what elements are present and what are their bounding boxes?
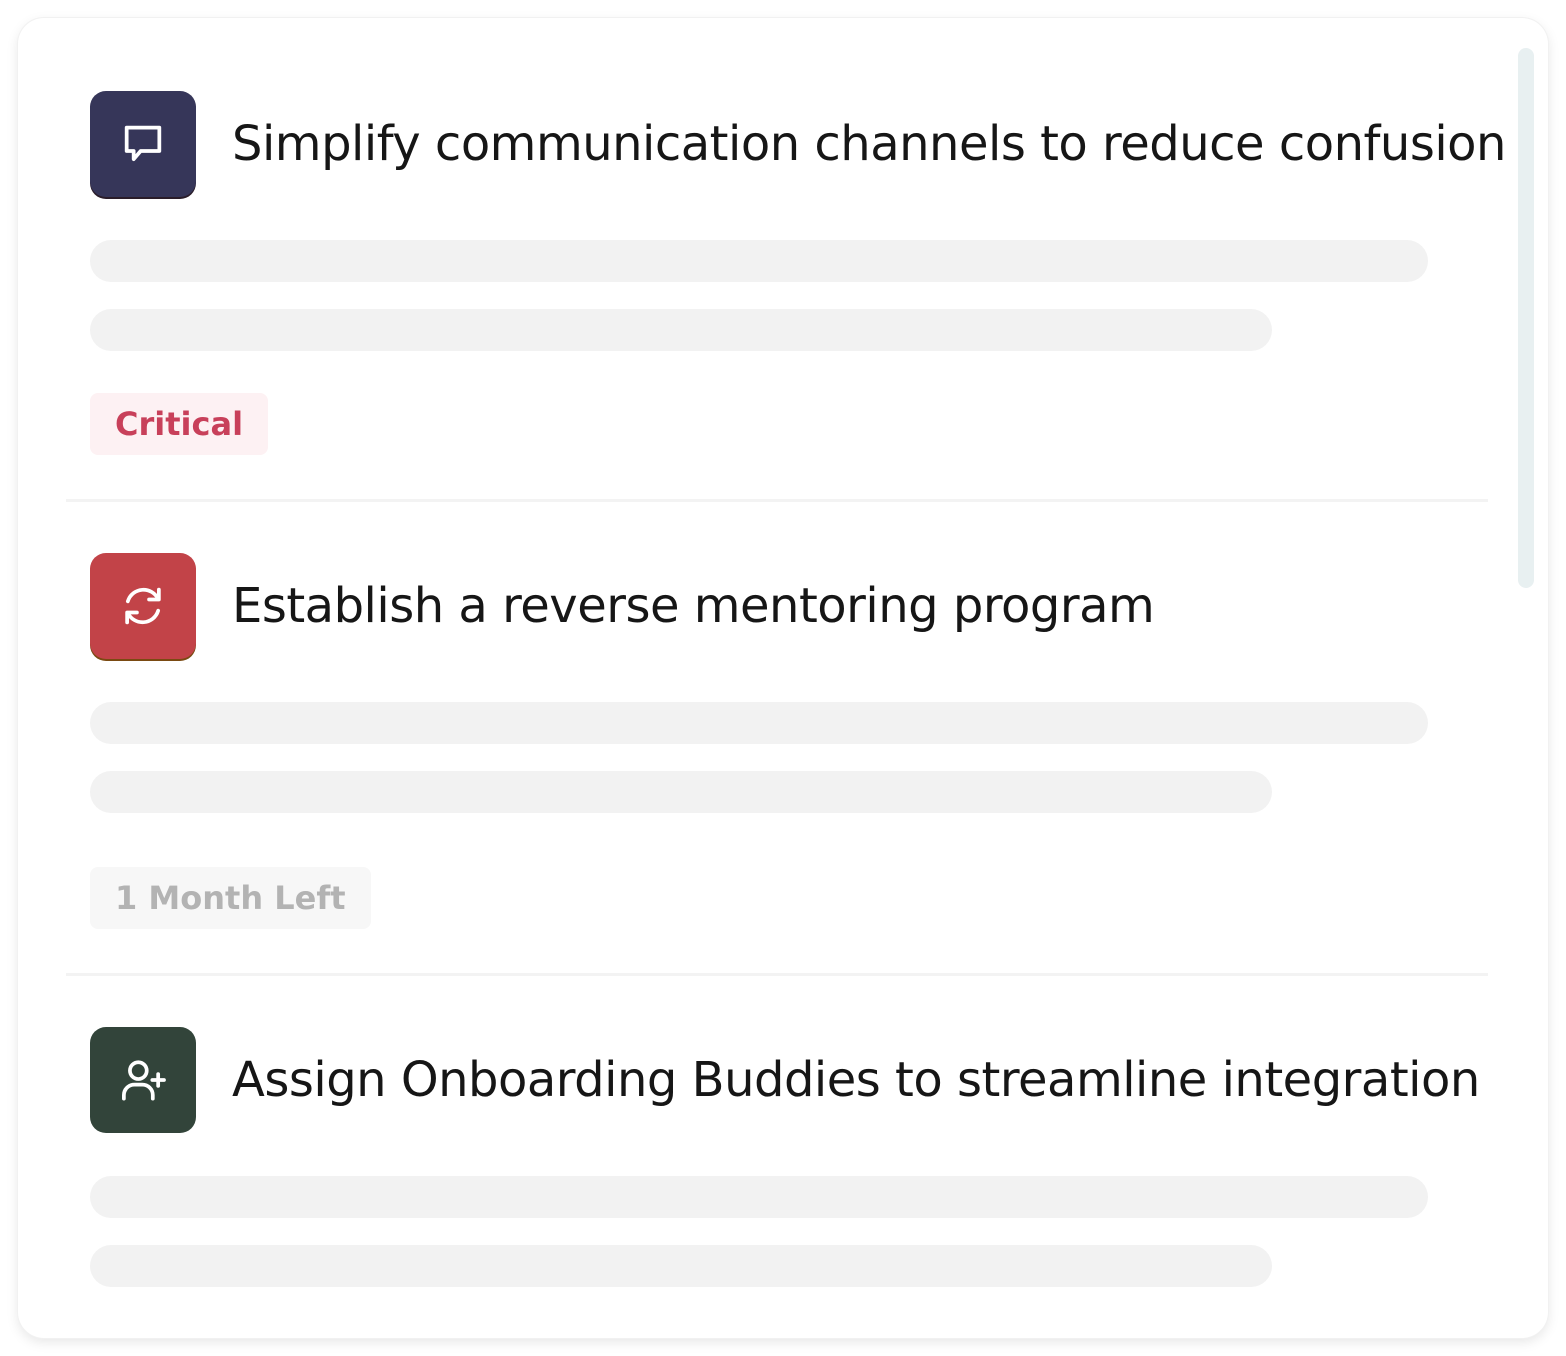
skeleton-line [90, 771, 1272, 813]
refresh-arrows-icon [90, 553, 196, 659]
speech-bubble-icon [90, 91, 196, 197]
scrollbar[interactable] [1518, 48, 1534, 1308]
actions-card: Simplify communication channels to reduc… [18, 18, 1548, 1338]
scrollbar-thumb[interactable] [1518, 48, 1534, 588]
divider [66, 973, 1488, 976]
divider [66, 499, 1488, 502]
item-header: Simplify communication channels to reduc… [90, 90, 1506, 198]
item-title: Simplify communication channels to reduc… [232, 116, 1506, 172]
actions-list[interactable]: Simplify communication channels to reduc… [18, 18, 1518, 1338]
priority-tag: Critical [90, 393, 269, 455]
skeleton-line [90, 240, 1428, 282]
item-title: Establish a reverse mentoring program [232, 578, 1155, 634]
item-title: Assign Onboarding Buddies to streamline … [232, 1052, 1480, 1108]
skeleton-line [90, 702, 1428, 744]
skeleton-line [90, 1245, 1272, 1287]
skeleton-line [90, 1176, 1428, 1218]
deadline-tag: 1 Month Left [90, 867, 371, 929]
add-user-icon [90, 1027, 196, 1133]
skeleton-line [90, 309, 1272, 351]
item-header: Assign Onboarding Buddies to streamline … [90, 1026, 1480, 1134]
item-header: Establish a reverse mentoring program [90, 552, 1155, 660]
